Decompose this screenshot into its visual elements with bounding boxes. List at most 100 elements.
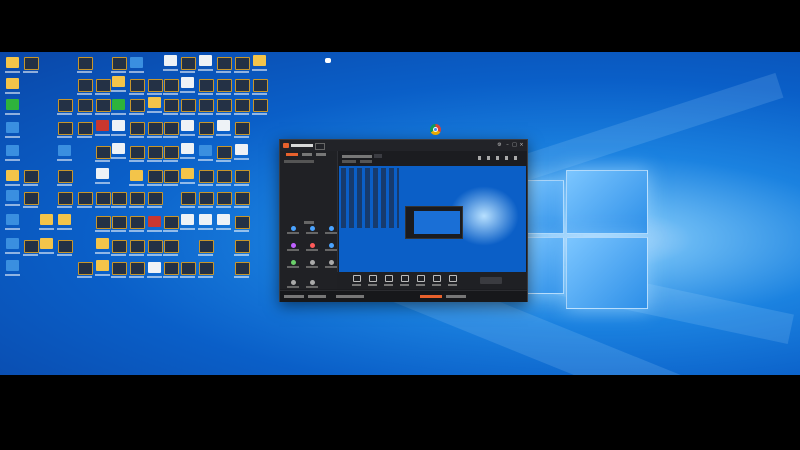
preview-tab[interactable] [342,155,372,158]
gear-icon[interactable] [305,280,319,288]
desktop-shortcut-icon[interactable] [130,192,145,205]
desktop-shortcut-icon[interactable] [112,143,125,154]
desktop-shortcut-icon[interactable] [235,122,250,135]
desktop-shortcut-icon[interactable] [6,238,19,249]
desktop-shortcut-icon[interactable] [235,216,250,229]
desktop-shortcut-icon[interactable] [148,97,161,108]
desktop-shortcut-icon[interactable] [130,122,145,135]
desktop-shortcut-icon[interactable] [58,122,73,135]
record-icon[interactable] [286,226,300,234]
desktop-shortcut-icon[interactable] [181,77,194,88]
audio-icon[interactable] [286,243,300,251]
preview-tab[interactable] [360,160,372,163]
desktop-shortcut-icon[interactable] [112,57,127,70]
desktop-shortcut-icon[interactable] [253,55,266,66]
desktop-shortcut-icon[interactable] [148,122,163,135]
close-icon[interactable]: × [519,143,524,148]
desktop-shortcut-icon[interactable] [130,240,145,253]
desktop-shortcut-icon[interactable] [58,99,73,112]
desktop-shortcut-icon[interactable] [181,120,194,131]
desktop-shortcut-icon[interactable] [112,120,125,131]
desktop-shortcut-icon[interactable] [24,240,39,253]
desktop-shortcut-icon[interactable] [217,79,232,92]
desktop-shortcut-icon[interactable] [253,79,268,92]
desktop-shortcut-icon[interactable] [24,57,39,70]
desktop-shortcut-icon[interactable] [78,262,93,275]
desktop-shortcut-icon[interactable] [6,122,19,133]
desktop-shortcut-icon[interactable] [130,170,143,181]
desktop-shortcut-icon[interactable] [96,99,111,112]
desktop-shortcut-icon[interactable] [199,145,212,156]
desktop-shortcut-icon[interactable] [181,262,196,275]
desktop-shortcut-icon[interactable] [181,168,194,179]
desktop-shortcut-icon[interactable] [40,214,53,225]
window-icon[interactable] [384,275,393,286]
tab-other[interactable] [302,153,312,156]
desktop-shortcut-icon[interactable] [217,120,230,131]
recording-app-window[interactable]: ⚙ – □ × [279,139,528,302]
lock-icon[interactable] [286,280,300,288]
desktop-shortcut-icon[interactable] [217,214,230,225]
desktop-shortcut-icon[interactable] [112,216,127,229]
desktop-shortcut-icon[interactable] [164,99,179,112]
desktop-shortcut-icon[interactable] [199,122,214,135]
desktop-shortcut-icon[interactable] [199,170,214,183]
desktop-shortcut-icon[interactable] [96,79,111,92]
zoom-icon[interactable] [324,260,338,268]
window-icon[interactable] [324,226,338,234]
desktop-shortcut-icon[interactable] [78,192,93,205]
start-record-button[interactable] [480,277,502,284]
desktop-shortcut-icon[interactable] [130,99,145,112]
desktop-shortcut-icon[interactable] [217,99,232,112]
screen-icon[interactable] [352,275,361,286]
preview-tab[interactable] [342,160,356,163]
mic-icon[interactable] [400,275,409,286]
maximize-icon[interactable]: □ [512,143,517,148]
scene-selector[interactable] [284,160,314,163]
desktop-shortcut-icon[interactable] [6,99,19,110]
desktop-shortcut-icon[interactable] [112,76,125,87]
desktop-shortcut-icon[interactable] [199,214,212,225]
image-icon[interactable] [432,275,441,286]
desktop-shortcut-icon[interactable] [6,78,19,89]
desktop-shortcut-icon[interactable] [58,170,73,183]
desktop-shortcut-icon[interactable] [235,144,248,155]
desktop-shortcut-icon[interactable] [199,99,214,112]
app-title-bar[interactable]: ⚙ – □ × [280,140,527,151]
tab-other[interactable] [316,153,326,156]
desktop-shortcut-icon[interactable] [6,170,19,181]
image-icon[interactable] [324,243,338,251]
settings-icon[interactable] [305,260,319,268]
desktop-shortcut-icon[interactable] [164,79,179,92]
camera-icon[interactable] [305,226,319,234]
speaker-icon[interactable] [448,275,457,286]
text-icon[interactable] [305,243,319,251]
desktop-shortcut-icon[interactable] [58,192,73,205]
desktop-shortcut-icon[interactable] [235,170,250,183]
preview-tab[interactable] [374,154,382,158]
desktop-shortcut-icon[interactable] [217,170,232,183]
desktop-shortcut-icon[interactable] [217,192,232,205]
desktop-shortcut-icon[interactable] [78,79,93,92]
desktop-shortcut-icon[interactable] [181,99,196,112]
minimize-icon[interactable]: – [505,143,510,148]
desktop-shortcut-icon[interactable] [24,192,39,205]
desktop-shortcut-icon[interactable] [130,146,145,159]
desktop-shortcut-icon[interactable] [112,262,127,275]
tab-record[interactable] [286,153,298,156]
desktop-shortcut-icon[interactable] [58,214,71,225]
desktop-shortcut-icon[interactable] [181,143,194,154]
settings-icon[interactable]: ⚙ [497,143,502,148]
desktop-shortcut-icon[interactable] [217,146,232,159]
desktop-shortcut-icon[interactable] [96,216,111,229]
desktop-shortcut-icon[interactable] [112,99,125,110]
desktop-shortcut-icon[interactable] [6,57,19,68]
desktop-shortcut-icon[interactable] [148,216,161,227]
desktop-shortcut-icon[interactable] [181,57,196,70]
desktop-shortcut-icon[interactable] [181,192,196,205]
desktop-shortcut-icon[interactable] [164,262,179,275]
capture-preview[interactable] [339,166,526,272]
desktop-shortcut-icon[interactable] [6,190,19,201]
desktop-shortcut-icon[interactable] [199,240,214,253]
desktop-shortcut-icon[interactable] [199,55,212,66]
